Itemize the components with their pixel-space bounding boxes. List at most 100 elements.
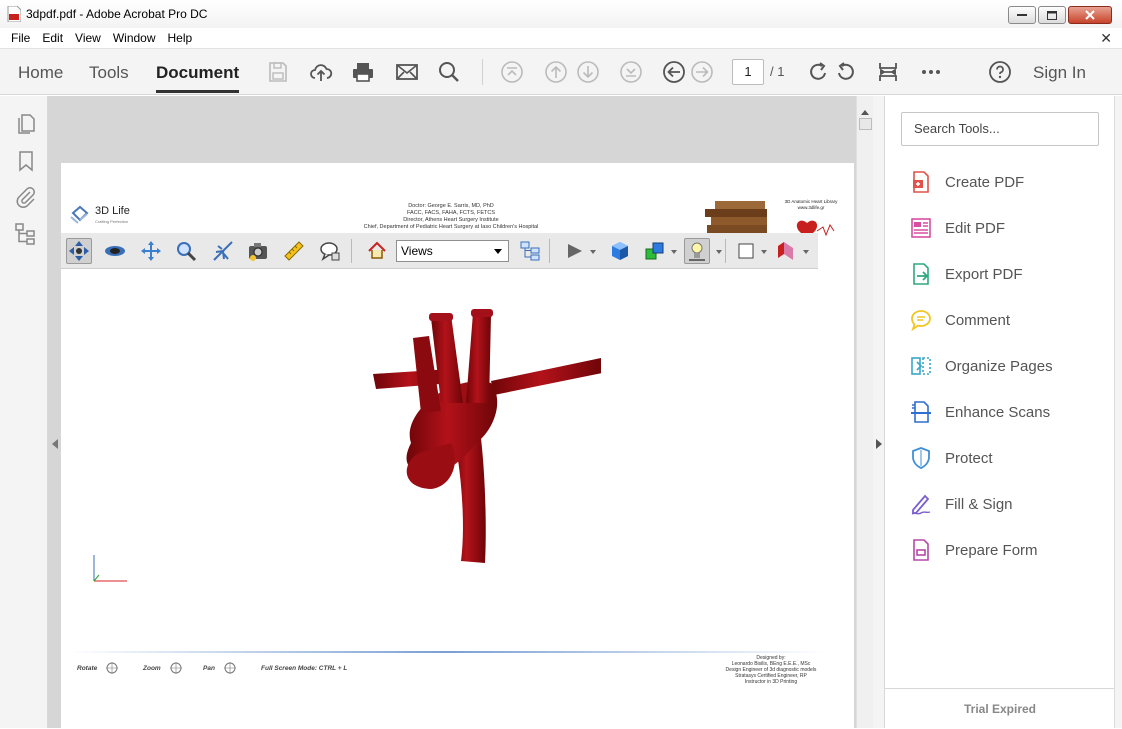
background-color-dropdown-arrow[interactable] (761, 250, 767, 254)
search-tools-input[interactable]: Search Tools... (901, 112, 1099, 146)
designer-line: Instructor in 3D Printing (744, 679, 798, 685)
menu-help[interactable]: Help (162, 31, 199, 45)
3d-measure-tool-icon[interactable] (281, 238, 307, 264)
next-page-icon[interactable] (576, 60, 600, 84)
close-document-icon[interactable]: ✕ (1100, 30, 1112, 47)
document-viewport[interactable]: 3D Life Crafting Perfection Doctor: Geor… (48, 96, 856, 728)
first-page-icon[interactable] (500, 60, 524, 84)
print-icon[interactable] (351, 60, 375, 84)
comment-icon (909, 308, 933, 332)
previous-view-icon[interactable] (662, 60, 686, 84)
page-number-input[interactable]: 1 (732, 59, 764, 85)
lighting-dropdown-arrow[interactable] (716, 250, 722, 254)
more-options-icon[interactable] (919, 60, 943, 84)
pdf-page: 3D Life Crafting Perfection Doctor: Geor… (61, 163, 854, 728)
3d-rotate-tool-icon[interactable] (66, 238, 92, 264)
page-thumbnails-icon[interactable] (14, 112, 38, 136)
trial-status: Trial Expired (885, 688, 1115, 728)
tool-enhance-scans[interactable]: Enhance Scans (909, 398, 1050, 426)
3d-play-animation-icon[interactable] (561, 238, 587, 264)
logo-name: 3D Life (95, 205, 130, 217)
fit-width-icon[interactable] (876, 60, 900, 84)
menu-view[interactable]: View (69, 31, 107, 45)
tool-create-pdf[interactable]: Create PDF (909, 168, 1024, 196)
footer-rotate-label: Rotate (77, 665, 98, 672)
scroll-thumb[interactable] (859, 118, 872, 130)
previous-page-icon[interactable] (544, 60, 568, 84)
tool-edit-pdf[interactable]: Edit PDF (909, 214, 1005, 242)
tool-label: Edit PDF (945, 219, 1006, 237)
library-caption: 3D Anatomic Heart Library www.3dlife.gr (771, 199, 851, 211)
footer-zoom-label: Zoom (143, 665, 161, 672)
scroll-up-arrow-icon[interactable] (861, 110, 869, 115)
edit-pdf-icon (909, 216, 933, 240)
tab-tools[interactable]: Tools (89, 63, 129, 83)
search-icon[interactable] (437, 60, 461, 84)
3d-pan-tool-icon[interactable] (138, 238, 164, 264)
help-icon[interactable] (988, 60, 1012, 84)
bookmarks-icon[interactable] (14, 149, 38, 173)
tools-pane: Search Tools... Create PDF Edit PDF Expo… (884, 96, 1122, 728)
3d-home-view-icon[interactable] (364, 238, 390, 264)
3d-cross-section-icon[interactable] (773, 238, 799, 264)
toolbar-divider (482, 59, 483, 85)
tool-export-pdf[interactable]: Export PDF (909, 260, 1023, 288)
rotate-clockwise-icon[interactable] (806, 60, 830, 84)
tool-label: Fill & Sign (945, 495, 1013, 513)
menu-file[interactable]: File (0, 31, 36, 45)
render-mode-dropdown-arrow[interactable] (671, 250, 677, 254)
minimize-button[interactable] (1008, 6, 1036, 24)
next-view-icon[interactable] (690, 60, 714, 84)
footer-divider (69, 651, 824, 653)
3d-lighting-icon[interactable] (684, 238, 710, 264)
collapse-right-pane-icon[interactable] (876, 439, 882, 449)
views-dropdown[interactable]: Views (396, 240, 509, 262)
3d-life-logo: 3D Life Crafting Perfection (69, 203, 139, 227)
doctor-line: Chief, Department of Pediatric Heart Sur… (363, 224, 539, 230)
3d-background-color-icon[interactable] (733, 238, 759, 264)
tool-prepare-form[interactable]: Prepare Form (909, 536, 1038, 564)
3d-walk-tool-icon[interactable] (210, 238, 236, 264)
menu-edit[interactable]: Edit (36, 31, 69, 45)
tab-home[interactable]: Home (18, 63, 63, 83)
3d-aorta-model[interactable] (301, 303, 601, 573)
3d-toolbar: Views (61, 233, 818, 269)
save-icon[interactable] (266, 60, 290, 84)
model-tree-icon[interactable] (14, 222, 38, 246)
3d-render-mode-icon[interactable] (642, 238, 668, 264)
3d-model-tree-icon[interactable] (517, 238, 543, 264)
email-icon[interactable] (395, 60, 419, 84)
maximize-button[interactable] (1038, 6, 1066, 24)
library-line: www.3dlife.gr (797, 205, 825, 210)
tool-label: Organize Pages (945, 357, 1053, 375)
vertical-scrollbar[interactable] (856, 96, 873, 728)
sign-in-link[interactable]: Sign In (1033, 63, 1086, 83)
play-dropdown-arrow[interactable] (590, 250, 596, 254)
menu-window[interactable]: Window (107, 31, 162, 45)
3d-zoom-tool-icon[interactable] (173, 238, 199, 264)
page-total: / 1 (770, 64, 785, 79)
tool-protect[interactable]: Protect (909, 444, 993, 472)
attachments-icon[interactable] (14, 185, 38, 209)
collapse-left-panel-icon[interactable] (52, 439, 58, 449)
tool-organize-pages[interactable]: Organize Pages (909, 352, 1053, 380)
footer-fullscreen-hint: Full Screen Mode: CTRL + L (261, 665, 348, 672)
rotate-counterclockwise-icon[interactable] (834, 60, 858, 84)
last-page-icon[interactable] (619, 60, 643, 84)
upload-cloud-icon[interactable] (309, 60, 333, 84)
tool-label: Enhance Scans (945, 403, 1051, 421)
protect-icon (909, 446, 933, 470)
right-pane-gutter (873, 96, 884, 728)
3d-comment-tool-icon[interactable] (317, 238, 343, 264)
close-window-button[interactable] (1068, 6, 1112, 24)
3d-projection-icon[interactable] (607, 238, 633, 264)
3d-spin-tool-icon[interactable] (102, 238, 128, 264)
right-pane-scroll-edge (1114, 96, 1122, 728)
tool-fill-sign[interactable]: Fill & Sign (909, 490, 1013, 518)
tool-label: Export PDF (945, 265, 1023, 283)
tab-document[interactable]: Document (156, 63, 240, 93)
cross-section-dropdown-arrow[interactable] (803, 250, 809, 254)
tool-comment[interactable]: Comment (909, 306, 1010, 334)
3d-camera-tool-icon[interactable] (245, 238, 271, 264)
prepare-form-icon (909, 538, 933, 562)
